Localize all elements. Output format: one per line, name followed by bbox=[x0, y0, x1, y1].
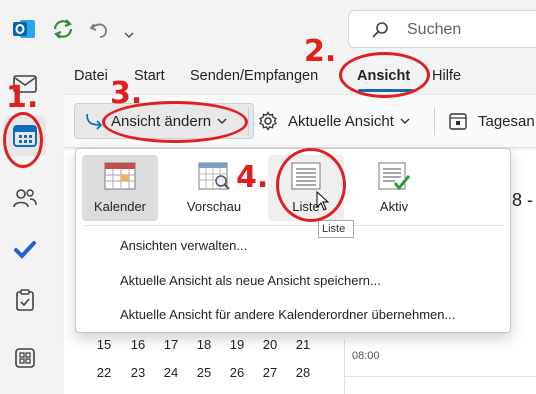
tasks-nav-button[interactable] bbox=[4, 280, 46, 320]
day-view-button[interactable]: Tagesan bbox=[448, 103, 535, 139]
tooltip: Liste bbox=[318, 220, 354, 238]
apps-nav-button[interactable] bbox=[4, 338, 46, 378]
quick-access-dropdown-icon[interactable] bbox=[124, 26, 134, 39]
current-view-button[interactable]: Aktuelle Ansicht bbox=[258, 103, 410, 139]
tab-hilfe[interactable]: Hilfe bbox=[432, 68, 461, 84]
title-bar: Suchen bbox=[0, 0, 536, 58]
outlook-logo-icon bbox=[12, 18, 36, 40]
chevron-down-icon bbox=[400, 118, 410, 124]
people-icon bbox=[13, 189, 37, 208]
ribbon-separator bbox=[248, 107, 249, 135]
undo-icon[interactable] bbox=[88, 18, 110, 40]
mini-cal-day[interactable]: 22 bbox=[93, 365, 115, 380]
mini-cal-day[interactable]: 16 bbox=[127, 337, 149, 352]
mini-cal-day[interactable]: 27 bbox=[259, 365, 281, 380]
search-box[interactable]: Suchen bbox=[348, 10, 536, 48]
mini-cal-day[interactable]: 25 bbox=[193, 365, 215, 380]
active-view-icon bbox=[378, 162, 411, 191]
time-label: 08:00 bbox=[352, 350, 380, 362]
tab-datei[interactable]: Datei bbox=[74, 68, 108, 84]
view-vorschau-label: Vorschau bbox=[186, 199, 242, 214]
mini-cal-day[interactable]: 17 bbox=[160, 337, 182, 352]
mini-cal-day[interactable]: 24 bbox=[160, 365, 182, 380]
date-range-fragment: 8 - bbox=[512, 190, 534, 210]
annotation-step-4: 4. bbox=[236, 160, 269, 195]
view-aktiv-label: Aktiv bbox=[379, 199, 409, 214]
time-gridline bbox=[344, 376, 536, 377]
menu-apply-view-to-folders[interactable]: Aktuelle Ansicht für andere Kalenderordn… bbox=[120, 307, 455, 322]
annotation-step-2: 2. bbox=[304, 34, 337, 69]
todo-check-icon bbox=[14, 241, 36, 259]
mini-cal-day[interactable]: 19 bbox=[226, 337, 248, 352]
current-view-label: Aktuelle Ansicht bbox=[288, 112, 394, 130]
mini-cal-day[interactable]: 21 bbox=[292, 337, 314, 352]
menu-manage-views[interactable]: Ansichten verwalten... bbox=[120, 238, 247, 253]
mini-cal-day[interactable]: 26 bbox=[226, 365, 248, 380]
todo-nav-button[interactable] bbox=[4, 230, 46, 270]
mini-cal-day[interactable]: 23 bbox=[127, 365, 149, 380]
tab-senden-empfangen[interactable]: Senden/Empfangen bbox=[190, 68, 318, 84]
annotation-ring-liste bbox=[276, 148, 346, 222]
gear-icon bbox=[259, 111, 277, 131]
mini-cal-day[interactable]: 28 bbox=[292, 365, 314, 380]
mini-cal-day[interactable]: 20 bbox=[259, 337, 281, 352]
sync-icon[interactable] bbox=[50, 17, 76, 41]
calendar-view-icon bbox=[104, 162, 136, 190]
day-view-label: Tagesan bbox=[478, 112, 535, 130]
dropdown-divider bbox=[84, 225, 504, 226]
view-kalender[interactable]: Kalender bbox=[82, 155, 158, 221]
search-placeholder: Suchen bbox=[407, 21, 462, 38]
annotation-ring-calendar bbox=[3, 112, 43, 168]
mini-cal-day[interactable]: 18 bbox=[193, 337, 215, 352]
preview-view-icon bbox=[198, 162, 230, 190]
outlook-window: Suchen Datei Start Senden/Empfangen Ansi… bbox=[0, 0, 536, 394]
annotation-ring-ansicht-tab bbox=[339, 52, 430, 98]
ribbon-separator bbox=[434, 107, 435, 135]
annotation-ring-change-view bbox=[102, 101, 248, 143]
clipboard-icon bbox=[16, 289, 34, 311]
search-icon bbox=[371, 21, 389, 44]
menu-save-current-view[interactable]: Aktuelle Ansicht als neue Ansicht speich… bbox=[120, 273, 381, 288]
day-calendar-icon bbox=[449, 113, 467, 130]
annotation-step-1: 1. bbox=[6, 80, 39, 115]
apps-grid-icon bbox=[15, 348, 35, 368]
time-column-divider bbox=[344, 340, 345, 394]
people-nav-button[interactable] bbox=[4, 178, 46, 218]
mini-cal-day[interactable]: 15 bbox=[93, 337, 115, 352]
view-kalender-label: Kalender bbox=[93, 199, 147, 214]
view-aktiv[interactable]: Aktiv bbox=[356, 155, 432, 221]
